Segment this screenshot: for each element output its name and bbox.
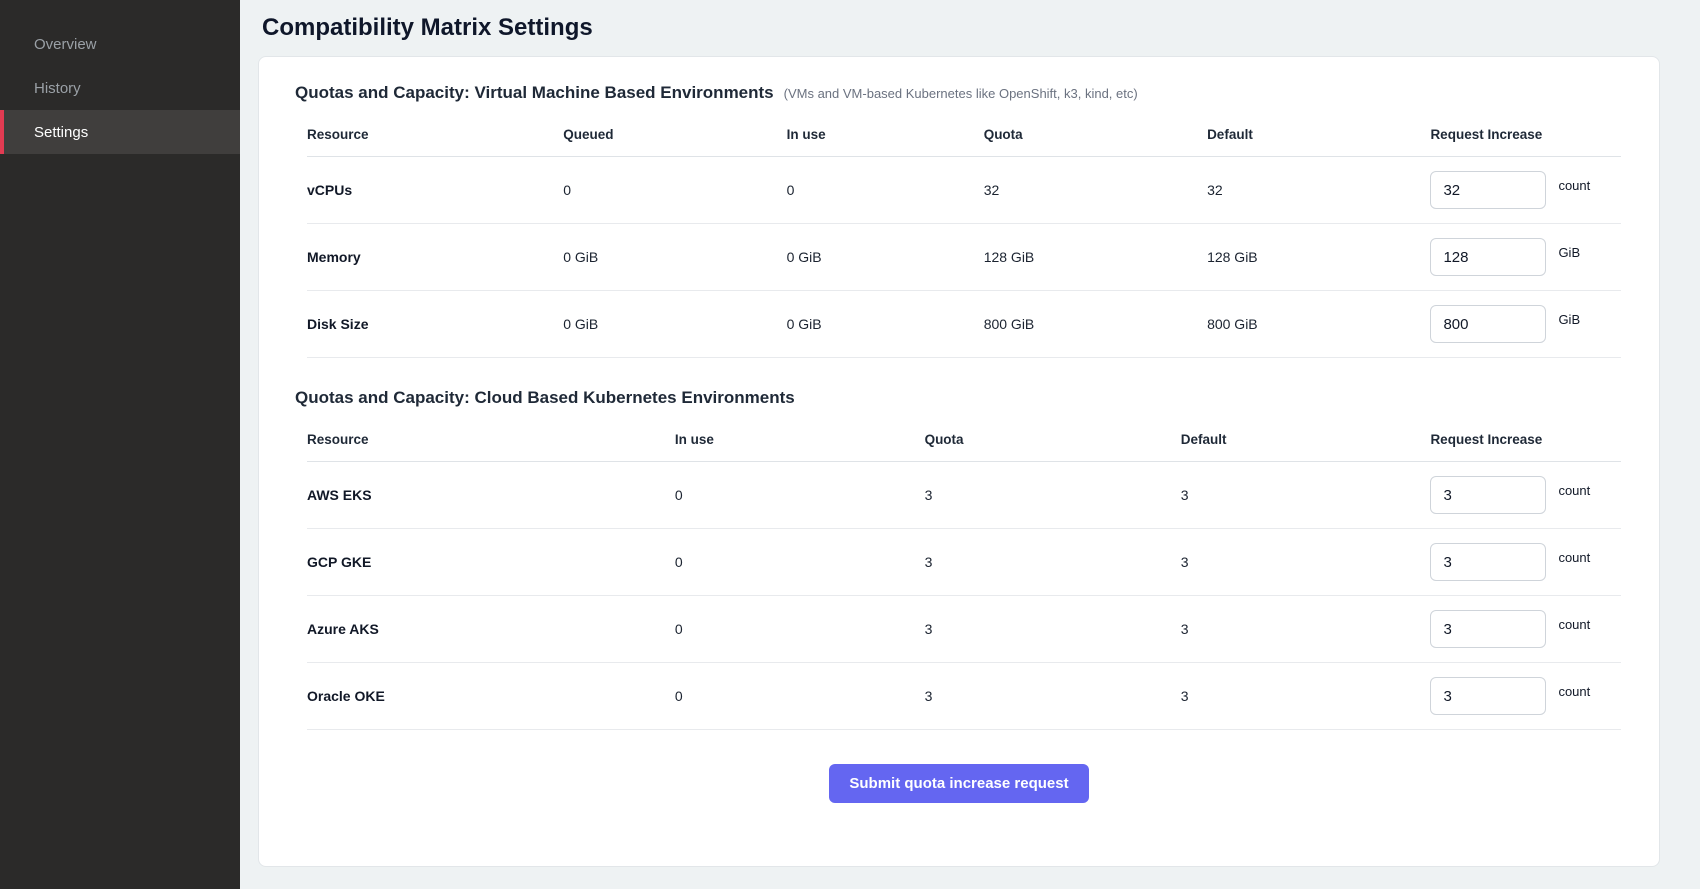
submit-quota-increase-button[interactable]: Submit quota increase request [829,764,1088,803]
resource-name: AWS EKS [307,487,675,503]
table-row: vCPUs 0 0 32 32 count [307,157,1621,224]
vm-col-request-increase: Request Increase [1430,117,1621,156]
request-increase-cell: count [1430,598,1621,660]
request-increase-cell: count [1430,159,1621,221]
quota-input-vcpus[interactable] [1430,171,1546,209]
vm-section-heading: Quotas and Capacity: Virtual Machine Bas… [293,83,1625,103]
queued-value: 0 GiB [563,249,786,265]
default-value: 3 [1181,487,1431,503]
table-row: Disk Size 0 GiB 0 GiB 800 GiB 800 GiB Gi… [307,291,1621,358]
request-increase-cell: count [1430,531,1621,593]
queued-value: 0 GiB [563,316,786,332]
unit-label: count [1558,483,1590,498]
cloud-quotas-section: Quotas and Capacity: Cloud Based Kuberne… [293,388,1625,730]
quota-input-disk-size[interactable] [1430,305,1546,343]
quota-value: 3 [925,554,1181,570]
sidebar-item-history[interactable]: History [0,66,240,110]
unit-label: count [1558,550,1590,565]
cloud-quota-table: Resource In use Quota Default Request In… [293,422,1625,730]
in-use-value: 0 [675,621,925,637]
in-use-value: 0 [787,182,984,198]
quota-value: 800 GiB [984,316,1207,332]
page-title: Compatibility Matrix Settings [258,14,1660,42]
table-row: Oracle OKE 0 3 3 count [307,663,1621,730]
quota-input-oracle-oke[interactable] [1430,677,1546,715]
in-use-value: 0 [675,688,925,704]
quota-input-gcp-gke[interactable] [1430,543,1546,581]
card-footer: Submit quota increase request [293,764,1625,803]
quota-value: 128 GiB [984,249,1207,265]
vm-section-title: Quotas and Capacity: Virtual Machine Bas… [295,83,774,103]
vm-col-quota: Quota [984,117,1207,156]
settings-card: Quotas and Capacity: Virtual Machine Bas… [258,56,1660,867]
cloud-col-in-use: In use [675,422,925,461]
default-value: 128 GiB [1207,249,1430,265]
in-use-value: 0 GiB [787,316,984,332]
table-row: AWS EKS 0 3 3 count [307,462,1621,529]
resource-name: Azure AKS [307,621,675,637]
cloud-col-request-increase: Request Increase [1430,422,1621,461]
default-value: 3 [1181,554,1431,570]
cloud-section-title: Quotas and Capacity: Cloud Based Kuberne… [295,388,795,408]
table-row: Azure AKS 0 3 3 count [307,596,1621,663]
quota-value: 3 [925,688,1181,704]
vm-col-default: Default [1207,117,1430,156]
request-increase-cell: GiB [1430,293,1621,355]
sidebar-item-overview[interactable]: Overview [0,22,240,66]
quota-input-aws-eks[interactable] [1430,476,1546,514]
table-row: Memory 0 GiB 0 GiB 128 GiB 128 GiB GiB [307,224,1621,291]
quota-value: 3 [925,487,1181,503]
vm-col-in-use: In use [787,117,984,156]
vm-table-header-row: Resource Queued In use Quota Default Req… [307,117,1621,157]
cloud-table-header-row: Resource In use Quota Default Request In… [307,422,1621,462]
quota-value: 3 [925,621,1181,637]
quota-input-azure-aks[interactable] [1430,610,1546,648]
cloud-col-quota: Quota [925,422,1181,461]
default-value: 32 [1207,182,1430,198]
request-increase-cell: GiB [1430,226,1621,288]
sidebar: Overview History Settings [0,0,240,889]
queued-value: 0 [563,182,786,198]
unit-label: count [1558,684,1590,699]
resource-name: Memory [307,249,563,265]
unit-label: GiB [1558,312,1580,327]
in-use-value: 0 GiB [787,249,984,265]
request-increase-cell: count [1430,464,1621,526]
quota-value: 32 [984,182,1207,198]
request-increase-cell: count [1430,665,1621,727]
vm-section-subtitle: (VMs and VM-based Kubernetes like OpenSh… [784,86,1138,101]
vm-quota-table: Resource Queued In use Quota Default Req… [293,117,1625,358]
cloud-section-heading: Quotas and Capacity: Cloud Based Kuberne… [293,388,1625,408]
sidebar-item-settings[interactable]: Settings [0,110,240,154]
resource-name: GCP GKE [307,554,675,570]
main-content: Compatibility Matrix Settings Quotas and… [240,0,1700,889]
resource-name: vCPUs [307,182,563,198]
resource-name: Disk Size [307,316,563,332]
default-value: 3 [1181,621,1431,637]
vm-col-queued: Queued [563,117,786,156]
table-row: GCP GKE 0 3 3 count [307,529,1621,596]
quota-input-memory[interactable] [1430,238,1546,276]
default-value: 3 [1181,688,1431,704]
vm-quotas-section: Quotas and Capacity: Virtual Machine Bas… [293,83,1625,358]
cloud-col-resource: Resource [307,422,675,461]
default-value: 800 GiB [1207,316,1430,332]
resource-name: Oracle OKE [307,688,675,704]
unit-label: count [1558,617,1590,632]
in-use-value: 0 [675,487,925,503]
in-use-value: 0 [675,554,925,570]
app-window: Overview History Settings Compatibility … [0,0,1700,889]
cloud-col-default: Default [1181,422,1431,461]
unit-label: GiB [1558,245,1580,260]
unit-label: count [1558,178,1590,193]
vm-col-resource: Resource [307,117,563,156]
